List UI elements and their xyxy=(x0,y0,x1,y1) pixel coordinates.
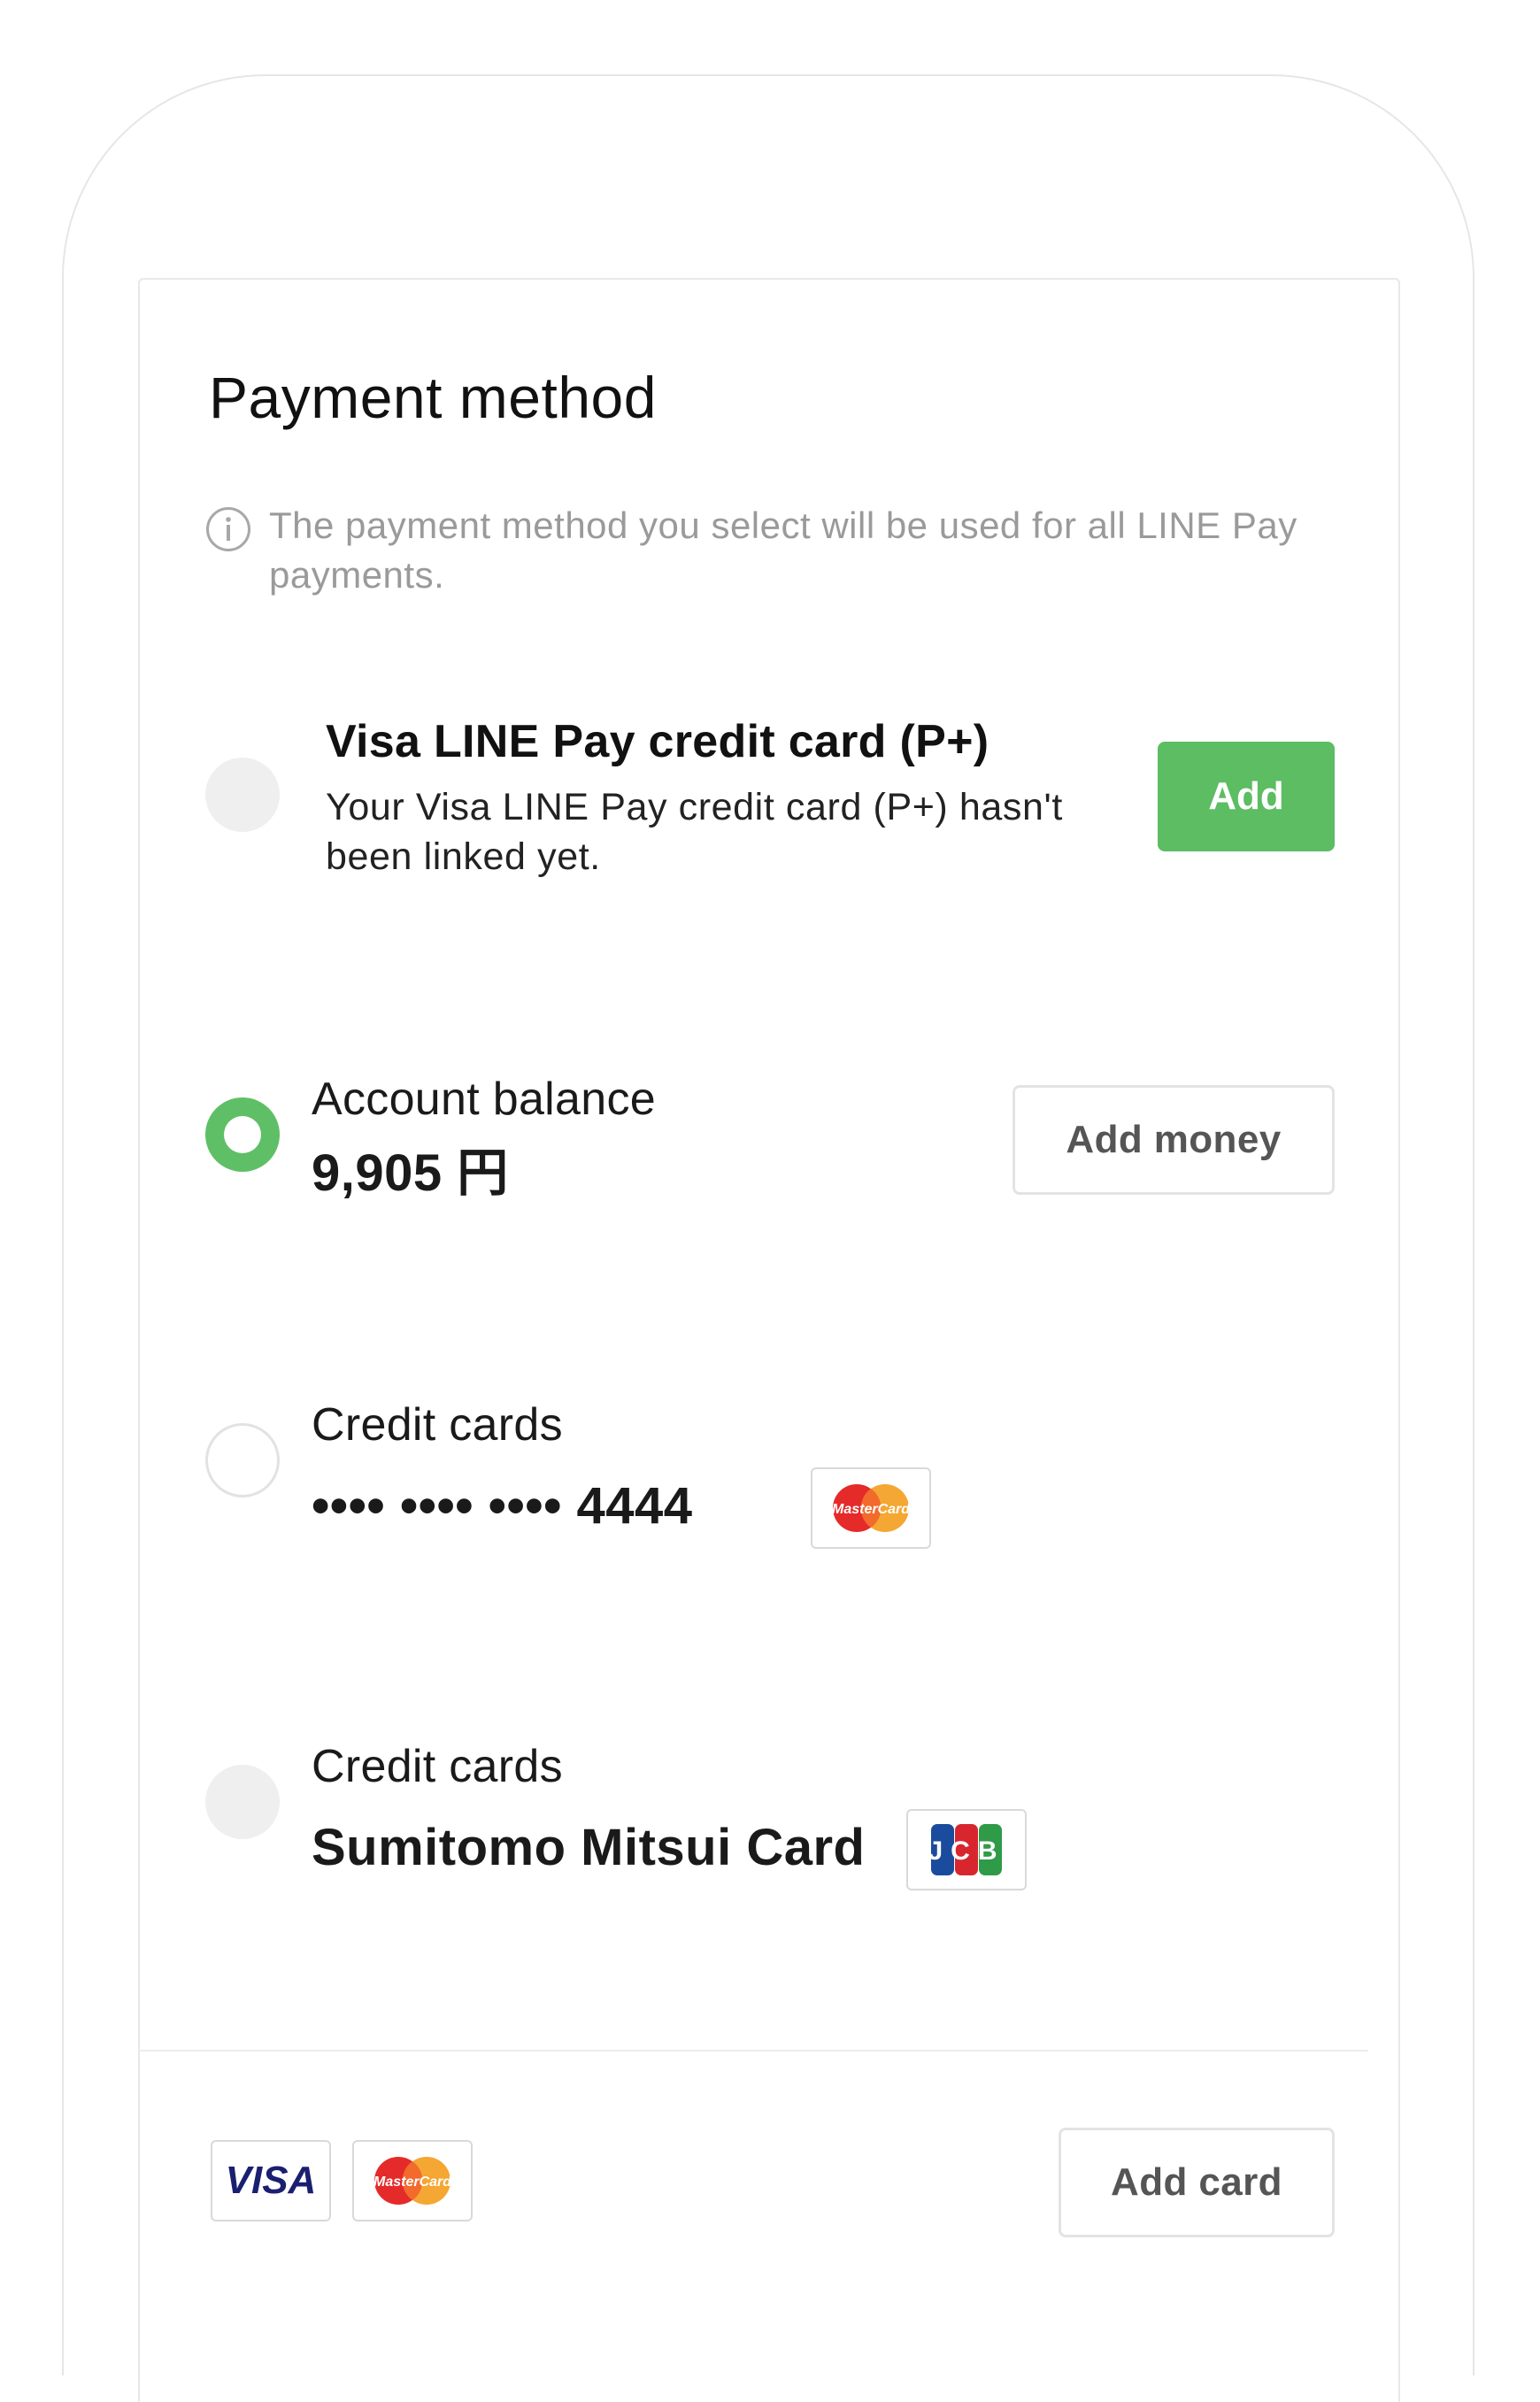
mastercard-logo: MasterCard xyxy=(811,1467,931,1549)
radio-sumitomo-mitsui-card xyxy=(205,1765,280,1839)
info-notice-text: The payment method you select will be us… xyxy=(269,504,1297,596)
info-icon xyxy=(206,507,250,551)
visa-text: VISA xyxy=(226,2159,317,2202)
radio-credit-card-4444[interactable] xyxy=(205,1423,280,1497)
page-title: Payment method xyxy=(209,365,657,430)
radio-visa-line-pay xyxy=(205,758,280,832)
footer-divider xyxy=(138,2050,1368,2052)
option-label-credit-card-4444: Credit cards xyxy=(312,1399,563,1451)
option-label-sumitomo-mitsui-card: Credit cards xyxy=(312,1741,563,1792)
account-balance-amount: 9,905 円 xyxy=(312,1144,509,1202)
radio-account-balance[interactable] xyxy=(205,1097,280,1172)
mastercard-text: MasterCard xyxy=(373,2175,452,2190)
jcb-logo: JCB xyxy=(906,1809,1027,1890)
sumitomo-mitsui-card-name: Sumitomo Mitsui Card xyxy=(312,1819,866,1876)
jcb-text: JCB xyxy=(929,1836,1004,1866)
mastercard-text: MasterCard xyxy=(832,1502,911,1517)
mastercard-icon: MasterCard xyxy=(373,2157,452,2205)
mastercard-logo-footer: MasterCard xyxy=(352,2140,473,2221)
credit-card-number: •••• •••• •••• 4444 xyxy=(312,1477,693,1535)
add-money-button[interactable]: Add money xyxy=(1013,1085,1335,1195)
add-card-button[interactable]: Add card xyxy=(1059,2128,1335,2237)
mastercard-icon: MasterCard xyxy=(832,1484,911,1532)
option-description-visa-line-pay: Your Visa LINE Pay credit card (P+) hasn… xyxy=(326,786,1063,878)
option-title-visa-line-pay: Visa LINE Pay credit card (P+) xyxy=(326,716,989,767)
option-label-account-balance: Account balance xyxy=(312,1074,656,1125)
visa-icon: VISA xyxy=(226,2159,317,2202)
visa-logo: VISA xyxy=(211,2140,331,2221)
add-visa-line-pay-button[interactable]: Add xyxy=(1158,742,1335,851)
jcb-icon: JCB xyxy=(929,1824,1004,1875)
